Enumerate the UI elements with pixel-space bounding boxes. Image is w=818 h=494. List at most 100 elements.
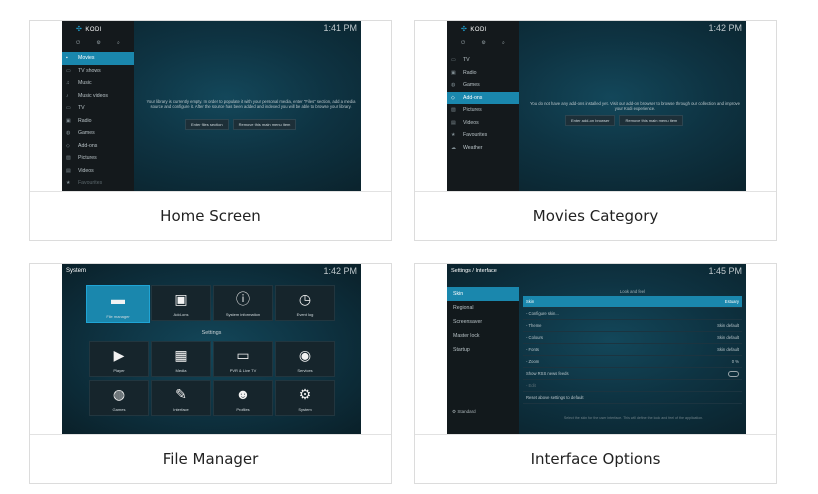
remove-menu-item-button: Remove this main menu item xyxy=(619,115,684,126)
info-icon: ⓘ xyxy=(236,291,250,307)
tile-profiles: ☻ Profiles xyxy=(213,380,273,416)
power-icon: ⏻ xyxy=(76,40,81,46)
weather-icon: ☁ xyxy=(451,144,456,151)
screen-title: Settings / Interface xyxy=(451,268,497,274)
settings-level: ⚙ Standard xyxy=(452,409,476,414)
tile-interface: ✎ Interface xyxy=(151,380,211,416)
menu-item-movies: ▪ Movies xyxy=(62,52,134,65)
search-icon: ⌕ xyxy=(502,40,505,46)
remove-menu-item-button: Remove this main menu item xyxy=(232,119,297,130)
tile-games: ◍ Games xyxy=(89,380,149,416)
setting-row: - Configure skin... xyxy=(523,308,742,320)
setting-row: Reset above settings to default xyxy=(523,392,742,404)
kodi-logo-text: KODI xyxy=(470,27,488,33)
star-icon: ★ xyxy=(451,132,456,138)
tv-icon: ▭ xyxy=(236,347,250,363)
card-file-manager[interactable]: System 1:42 PM ▬ File manager ▣ Add-ons … xyxy=(29,263,392,484)
tile-services: ◉ Services xyxy=(275,341,335,377)
menu-item-radio: ▣ Radio xyxy=(447,67,519,80)
menu-item-tv-shows: ▭ TV shows xyxy=(62,65,134,78)
setting-row: - Edit xyxy=(523,380,742,392)
gamepad-icon: ◍ xyxy=(451,82,456,88)
card-movies-category[interactable]: ✣ KODI ⏻ ⚙ ⌕ ▭ TV ▣ Radio ◍ Games ◇ Add-ons ▨ Pi… xyxy=(414,20,777,241)
toggle-switch xyxy=(728,371,739,377)
kodi-logo-icon: ✣ xyxy=(461,26,468,33)
menu-item-games: ◍ Games xyxy=(447,79,519,92)
menu-item-favourites: ★ Favourites xyxy=(62,177,134,190)
card-home-screen[interactable]: ✣ KODI ⏻ ⚙ ⌕ ▪ Movies ▭ TV shows ♫ Music ♪ Musi… xyxy=(29,20,392,241)
card-interface-options[interactable]: Settings / Interface 1:45 PM Skin Region… xyxy=(414,263,777,484)
settings-heading: Settings xyxy=(201,330,222,336)
gear-icon: ⚙ xyxy=(452,409,457,414)
kodi-logo-text: KODI xyxy=(85,27,103,33)
radio-icon: ▣ xyxy=(451,69,456,76)
category-regional: Regional xyxy=(453,305,474,311)
star-icon: ★ xyxy=(66,180,71,186)
tile-event-log: ◷ Event log xyxy=(275,285,335,321)
media-icon: ▦ xyxy=(174,347,188,363)
pictures-icon: ▨ xyxy=(66,155,71,161)
setting-row: - Fonts Skin default xyxy=(523,344,742,356)
search-icon: ⌕ xyxy=(117,40,120,46)
empty-library-message: Your library is currently empty. In orde… xyxy=(146,99,356,110)
music-video-icon: ♪ xyxy=(66,92,69,99)
menu-item-tv: ▭ TV xyxy=(62,102,134,115)
tile-media: ▦ Media xyxy=(151,341,211,377)
clock: 1:42 PM xyxy=(323,266,357,276)
clock: 1:45 PM xyxy=(708,266,742,276)
kodi-sidebar: ✣ KODI ⏻ ⚙ ⌕ ▪ Movies ▭ TV shows ♫ Music ♪ Musi… xyxy=(62,21,134,191)
clock: 1:42 PM xyxy=(708,23,742,33)
menu-item-games: ◍ Games xyxy=(62,127,134,140)
kodi-sidebar: ✣ KODI ⏻ ⚙ ⌕ ▭ TV ▣ Radio ◍ Games ◇ Add-ons ▨ Pi… xyxy=(447,21,519,191)
box-icon: ▣ xyxy=(174,291,188,307)
card-caption[interactable]: File Manager xyxy=(30,434,391,483)
menu-item-add-ons: ◇ Add-ons xyxy=(62,140,134,153)
category-master-lock: Master lock xyxy=(453,333,480,339)
setting-row: - Colours Skin default xyxy=(523,332,742,344)
category-startup: Startup xyxy=(453,347,470,353)
setting-description: Select the skin for the user interface. … xyxy=(563,416,704,420)
settings-category-list: Skin Regional Screensaver Master lock St… xyxy=(447,287,519,434)
addons-icon: ◇ xyxy=(66,142,70,149)
menu-item-radio: ▣ Radio xyxy=(62,115,134,128)
card-caption[interactable]: Interface Options xyxy=(415,434,776,483)
clock: 1:41 PM xyxy=(323,23,357,33)
menu-item-pictures: ▨ Pictures xyxy=(447,104,519,117)
screenshot-home-screen: ✣ KODI ⏻ ⚙ ⌕ ▪ Movies ▭ TV shows ♫ Music ♪ Musi… xyxy=(62,21,361,191)
radio-icon: ▣ xyxy=(66,117,71,124)
videos-icon: ▤ xyxy=(66,167,71,174)
gamepad-icon: ◍ xyxy=(112,386,126,402)
tools-icon: ✎ xyxy=(175,386,187,402)
gamepad-icon: ◍ xyxy=(66,130,71,136)
card-caption[interactable]: Movies Category xyxy=(415,191,776,240)
tv-icon: ▭ xyxy=(66,67,71,74)
screenshot-interface-options: Settings / Interface 1:45 PM Skin Region… xyxy=(447,264,746,434)
tv-icon: ▭ xyxy=(66,105,71,111)
menu-item-add-ons: ◇ Add-ons xyxy=(447,91,519,104)
addons-icon: ◇ xyxy=(451,94,455,101)
category-screensaver: Screensaver xyxy=(453,319,483,325)
clock-icon: ◷ xyxy=(298,291,312,307)
folder-icon: ▬ xyxy=(111,291,125,307)
screenshot-file-manager: System 1:42 PM ▬ File manager ▣ Add-ons … xyxy=(62,264,361,434)
tile-add-ons: ▣ Add-ons xyxy=(151,285,211,321)
menu-item-tv: ▭ TV xyxy=(447,54,519,67)
no-addons-message: You do not have any add-ons installed ye… xyxy=(530,101,740,112)
menu-item-videos: ▤ Videos xyxy=(62,165,134,178)
kodi-logo: ✣ KODI xyxy=(76,25,102,33)
card-caption[interactable]: Home Screen xyxy=(30,191,391,240)
user-icon: ☻ xyxy=(235,386,251,402)
category-skin: Skin xyxy=(447,287,519,301)
pictures-icon: ▨ xyxy=(451,107,456,113)
screen-title: System xyxy=(66,268,87,274)
setting-row: - Theme Skin default xyxy=(523,320,742,332)
menu-item-weather: ☁ Weather xyxy=(447,142,519,155)
tile-system-information: ⓘ System information xyxy=(213,285,273,321)
menu-item-favourites: ★ Favourites xyxy=(447,129,519,142)
gear-icon: ⚙ xyxy=(96,40,101,46)
enter-files-button: Enter files section xyxy=(185,119,229,130)
tile-pvr-live-tv: ▭ PVR & Live TV xyxy=(213,341,273,377)
screenshot-movies-category: ✣ KODI ⏻ ⚙ ⌕ ▭ TV ▣ Radio ◍ Games ◇ Add-ons ▨ Pi… xyxy=(447,21,746,191)
kodi-logo-icon: ✣ xyxy=(76,26,83,33)
setting-row: Skin Estuary xyxy=(523,296,742,308)
